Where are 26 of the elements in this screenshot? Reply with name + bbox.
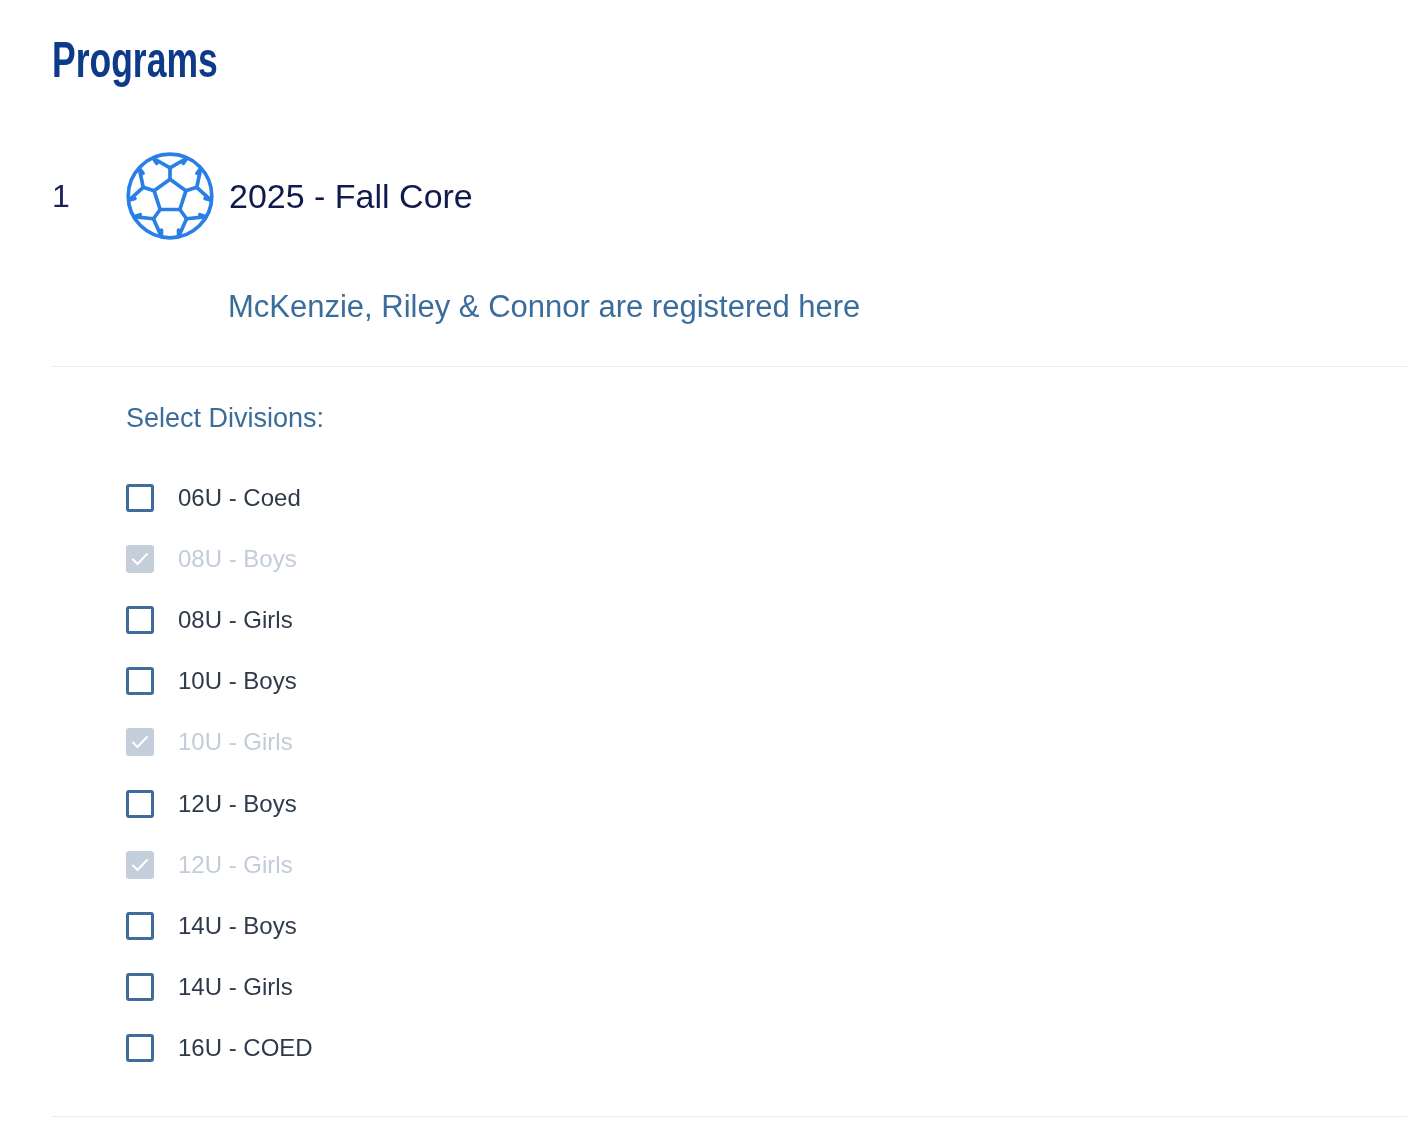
division-label[interactable]: 06U - Coed: [178, 482, 301, 513]
checkbox[interactable]: [126, 1034, 154, 1063]
checkbox[interactable]: [126, 483, 154, 512]
checkbox[interactable]: [126, 973, 154, 1002]
checkbox[interactable]: [126, 605, 154, 634]
division-label[interactable]: 14U - Boys: [178, 910, 297, 941]
division-label: 10U - Girls: [178, 727, 293, 758]
soccer-ball-icon: [126, 152, 214, 240]
program-name: 2025 - Fall Core: [229, 176, 473, 217]
division-label[interactable]: 12U - Boys: [178, 788, 297, 819]
check-icon: [132, 736, 148, 749]
division-label[interactable]: 14U - Girls: [178, 972, 293, 1003]
check-icon: [132, 858, 148, 871]
division-label: 12U - Girls: [178, 849, 293, 880]
checkbox[interactable]: [126, 667, 154, 696]
checkbox[interactable]: [126, 911, 154, 940]
division-label: 08U - Boys: [178, 543, 297, 574]
page-title: Programs: [52, 31, 218, 90]
check-icon: [132, 552, 148, 565]
division-label[interactable]: 08U - Girls: [178, 604, 293, 635]
division-label[interactable]: 16U - COED: [178, 1033, 313, 1064]
registered-note: McKenzie, Riley & Connor are registered here: [228, 288, 861, 326]
divisions-label: Select Divisions:: [126, 402, 325, 435]
checkbox[interactable]: [126, 789, 154, 818]
program-number: 1: [52, 177, 71, 216]
division-label[interactable]: 10U - Boys: [178, 666, 297, 697]
